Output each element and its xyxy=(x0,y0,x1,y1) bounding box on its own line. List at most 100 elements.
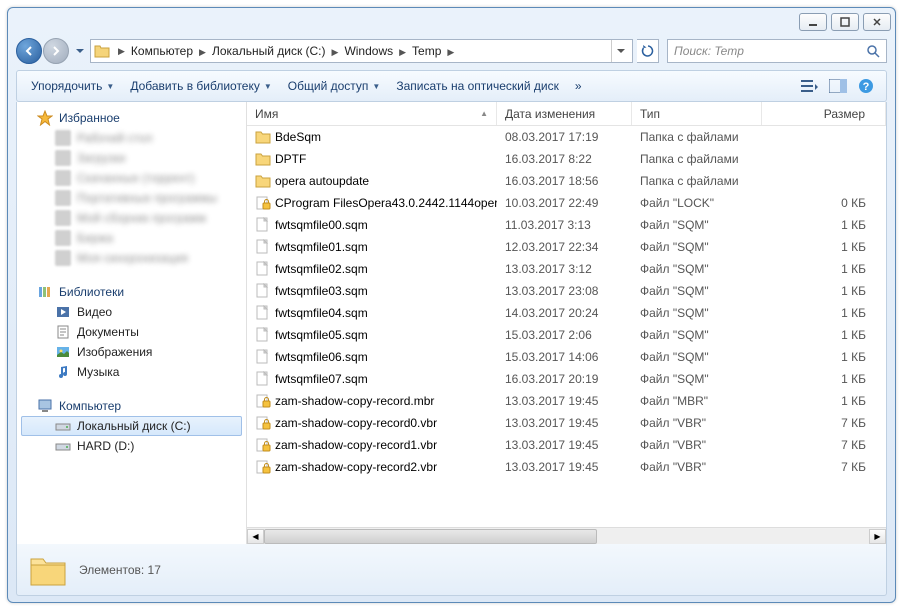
crumb-3[interactable]: Temp xyxy=(410,44,443,58)
drive-icon xyxy=(55,418,71,434)
column-type[interactable]: Тип xyxy=(632,102,762,125)
crumb-sep[interactable]: ▶ xyxy=(443,47,458,57)
share-button[interactable]: Общий доступ▼ xyxy=(280,75,389,97)
column-name[interactable]: Имя▲ xyxy=(247,102,497,125)
file-row[interactable]: fwtsqmfile04.sqm14.03.2017 20:24Файл "SQ… xyxy=(247,302,886,324)
folder-icon xyxy=(55,190,71,206)
file-list[interactable]: BdeSqm08.03.2017 17:19Папка с файламиDPT… xyxy=(247,126,886,527)
library-icon xyxy=(55,344,71,360)
drive-icon xyxy=(55,438,71,454)
column-size[interactable]: Размер xyxy=(762,102,886,125)
sidebar-item-Изображения[interactable]: Изображения xyxy=(17,342,246,362)
help-button[interactable]: ? xyxy=(854,74,878,98)
folder-icon xyxy=(55,230,71,246)
star-icon xyxy=(37,110,53,126)
preview-pane-button[interactable] xyxy=(826,74,850,98)
scroll-left-button[interactable]: ◀ xyxy=(247,529,264,544)
file-row[interactable]: zam-shadow-copy-record0.vbr13.03.2017 19… xyxy=(247,412,886,434)
back-button[interactable] xyxy=(16,38,42,64)
address-bar: ▶ Компьютер▶Локальный диск (C:)▶Windows▶… xyxy=(16,36,887,66)
burn-button[interactable]: Записать на оптический диск xyxy=(388,75,567,97)
file-row[interactable]: DPTF16.03.2017 8:22Папка с файлами xyxy=(247,148,886,170)
forward-button[interactable] xyxy=(43,38,69,64)
file-row[interactable]: fwtsqmfile00.sqm11.03.2017 3:13Файл "SQM… xyxy=(247,214,886,236)
sidebar-item[interactable]: Портативные программы xyxy=(17,188,246,208)
file-row[interactable]: zam-shadow-copy-record.mbr13.03.2017 19:… xyxy=(247,390,886,412)
column-headers: Имя▲ Дата изменения Тип Размер xyxy=(247,102,886,126)
search-input[interactable]: Поиск: Temp xyxy=(667,39,887,63)
library-icon xyxy=(55,364,71,380)
file-row[interactable]: CProgram FilesOpera43.0.2442.1144opera..… xyxy=(247,192,886,214)
file-row[interactable]: fwtsqmfile05.sqm15.03.2017 2:06Файл "SQM… xyxy=(247,324,886,346)
svg-text:?: ? xyxy=(863,81,870,93)
file-row[interactable]: fwtsqmfile07.sqm16.03.2017 20:19Файл "SQ… xyxy=(247,368,886,390)
horizontal-scrollbar[interactable]: ◀ ▶ xyxy=(247,527,886,544)
address-dropdown[interactable] xyxy=(611,40,629,62)
maximize-button[interactable] xyxy=(831,13,859,31)
crumb-sep[interactable]: ▶ xyxy=(328,47,343,57)
scroll-right-button[interactable]: ▶ xyxy=(869,529,886,544)
folder-icon xyxy=(255,151,271,167)
file-row[interactable]: zam-shadow-copy-record2.vbr13.03.2017 19… xyxy=(247,456,886,478)
file-row[interactable]: fwtsqmfile06.sqm15.03.2017 14:06Файл "SQ… xyxy=(247,346,886,368)
crumb-sep[interactable]: ▶ xyxy=(395,47,410,57)
breadcrumb[interactable]: ▶ Компьютер▶Локальный диск (C:)▶Windows▶… xyxy=(90,39,633,63)
content-area: Избранное Рабочий столЗагрузкиСкачанные … xyxy=(16,102,887,544)
folder-icon xyxy=(55,170,71,186)
crumb-2[interactable]: Windows xyxy=(342,44,395,58)
sidebar-item-Музыка[interactable]: Музыка xyxy=(17,362,246,382)
status-count: Элементов: 17 xyxy=(79,563,161,577)
sidebar-item-Видео[interactable]: Видео xyxy=(17,302,246,322)
sidebar-item[interactable]: Рабочий стол xyxy=(17,128,246,148)
file-pane: Имя▲ Дата изменения Тип Размер BdeSqm08.… xyxy=(247,102,886,544)
include-button[interactable]: Добавить в библиотеку▼ xyxy=(122,75,279,97)
libraries-icon xyxy=(37,284,53,300)
scroll-thumb[interactable] xyxy=(264,529,597,544)
folder-icon xyxy=(255,129,271,145)
toolbar: Упорядочить▼ Добавить в библиотеку▼ Общи… xyxy=(16,70,887,102)
folder-icon xyxy=(94,43,110,59)
lock-icon xyxy=(255,195,271,211)
file-row[interactable]: zam-shadow-copy-record1.vbr13.03.2017 19… xyxy=(247,434,886,456)
crumb-sep[interactable]: ▶ xyxy=(195,47,210,57)
navigation-pane[interactable]: Избранное Рабочий столЗагрузкиСкачанные … xyxy=(17,102,247,544)
library-icon xyxy=(55,304,71,320)
sidebar-libraries[interactable]: Библиотеки xyxy=(17,282,246,302)
file-row[interactable]: fwtsqmfile03.sqm13.03.2017 23:08Файл "SQ… xyxy=(247,280,886,302)
sidebar-item[interactable]: Загрузки xyxy=(17,148,246,168)
file-row[interactable]: BdeSqm08.03.2017 17:19Папка с файлами xyxy=(247,126,886,148)
sidebar-item-Документы[interactable]: Документы xyxy=(17,322,246,342)
organize-button[interactable]: Упорядочить▼ xyxy=(23,75,122,97)
folder-icon xyxy=(27,549,69,591)
sidebar-item[interactable]: Моя синхронизация xyxy=(17,248,246,268)
crumb-0[interactable]: Компьютер xyxy=(129,44,195,58)
sidebar-item[interactable]: Скачанные (торрент) xyxy=(17,168,246,188)
sidebar-item[interactable]: Биржа xyxy=(17,228,246,248)
sidebar-drive[interactable]: Локальный диск (C:) xyxy=(21,416,242,436)
sidebar-favorites[interactable]: Избранное xyxy=(17,108,246,128)
titlebar xyxy=(8,8,895,36)
sidebar-item[interactable]: Мой сборник программ xyxy=(17,208,246,228)
refresh-button[interactable] xyxy=(637,39,659,63)
library-icon xyxy=(55,324,71,340)
history-dropdown[interactable] xyxy=(74,38,86,64)
file-row[interactable]: opera autoupdate16.03.2017 18:56Папка с … xyxy=(247,170,886,192)
sidebar-computer[interactable]: Компьютер xyxy=(17,396,246,416)
file-row[interactable]: fwtsqmfile01.sqm12.03.2017 22:34Файл "SQ… xyxy=(247,236,886,258)
toolbar-overflow[interactable]: » xyxy=(567,75,590,97)
search-placeholder: Поиск: Temp xyxy=(674,44,866,58)
folder-icon xyxy=(55,150,71,166)
folder-icon xyxy=(55,210,71,226)
view-options-button[interactable] xyxy=(798,74,822,98)
folder-icon xyxy=(55,250,71,266)
sidebar-drive[interactable]: HARD (D:) xyxy=(17,436,246,456)
file-icon xyxy=(255,217,271,233)
file-row[interactable]: fwtsqmfile02.sqm13.03.2017 3:12Файл "SQM… xyxy=(247,258,886,280)
crumb-1[interactable]: Локальный диск (C:) xyxy=(210,44,328,58)
lock-icon xyxy=(255,415,271,431)
close-button[interactable] xyxy=(863,13,891,31)
search-icon xyxy=(866,44,880,58)
minimize-button[interactable] xyxy=(799,13,827,31)
file-icon xyxy=(255,305,271,321)
column-date[interactable]: Дата изменения xyxy=(497,102,632,125)
